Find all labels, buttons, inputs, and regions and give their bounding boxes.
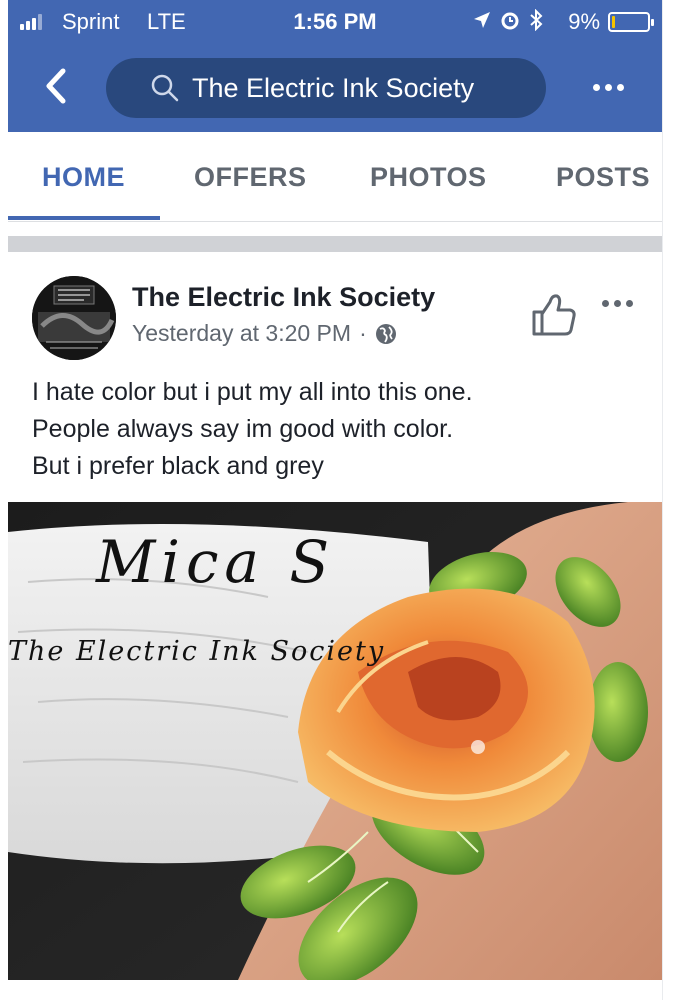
search-query: The Electric Ink Society	[192, 72, 475, 103]
app-frame: Sprint LTE 1:56 PM 9% The Electric Ink S…	[8, 0, 662, 1000]
battery-percent: 9%	[568, 9, 600, 34]
more-dot	[604, 83, 612, 91]
tab-posts[interactable]: POSTS	[556, 162, 650, 193]
avatar-image	[32, 276, 116, 360]
post-card: The Electric Ink Society Yesterday at 3:…	[8, 252, 662, 1000]
status-bar: Sprint LTE 1:56 PM 9%	[8, 0, 662, 44]
app-header: Sprint LTE 1:56 PM 9% The Electric Ink S…	[8, 0, 662, 132]
location-arrow-icon	[474, 12, 490, 28]
page-avatar[interactable]	[32, 276, 116, 360]
post-text-line: I hate color but i put my all into this …	[32, 378, 473, 406]
meta-separator: ·	[359, 320, 367, 346]
battery-icon	[608, 12, 654, 32]
more-dot	[614, 299, 621, 307]
more-dots-icon	[602, 299, 609, 307]
more-dot	[626, 299, 633, 307]
post-text-line: But i prefer black and grey	[32, 452, 324, 480]
active-tab-indicator	[8, 216, 160, 220]
tab-home[interactable]: HOME	[42, 162, 125, 193]
post-more-button[interactable]	[602, 296, 642, 310]
post-text: I hate color but i put my all into this …	[32, 374, 642, 485]
post-timestamp[interactable]: Yesterday at 3:20 PM	[132, 320, 351, 347]
post-text-line: People always say im good with color.	[32, 415, 454, 443]
nav-bar: The Electric Ink Society	[8, 50, 662, 128]
artist-signature: Mica S	[96, 528, 336, 596]
thumbs-up-icon[interactable]	[530, 292, 578, 338]
chevron-left-icon	[46, 68, 66, 104]
page-edge	[662, 0, 683, 1000]
tab-photos[interactable]: PHOTOS	[370, 162, 487, 193]
bluetooth-icon	[530, 9, 543, 31]
search-icon	[151, 74, 179, 102]
alarm-icon	[501, 12, 519, 30]
post-meta: Yesterday at 3:20 PM ·	[132, 320, 397, 347]
page-tabs: HOME OFFERS PHOTOS POSTS	[8, 132, 662, 222]
battery-level-fill	[612, 16, 615, 28]
search-bar[interactable]: The Electric Ink Society	[106, 58, 546, 118]
section-divider	[8, 236, 662, 252]
more-dot	[616, 83, 624, 91]
back-button[interactable]	[36, 66, 76, 106]
tab-offers[interactable]: OFFERS	[194, 162, 307, 193]
more-options-button[interactable]	[588, 72, 628, 102]
post-photo[interactable]: Mica S The Electric Ink Society	[8, 502, 662, 980]
globe-icon	[375, 323, 396, 344]
status-time: 1:56 PM	[293, 9, 377, 34]
status-icons	[472, 9, 544, 31]
shop-signature: The Electric Ink Society	[8, 636, 386, 667]
post-author[interactable]: The Electric Ink Society	[132, 282, 435, 313]
more-dots-icon	[592, 83, 600, 91]
